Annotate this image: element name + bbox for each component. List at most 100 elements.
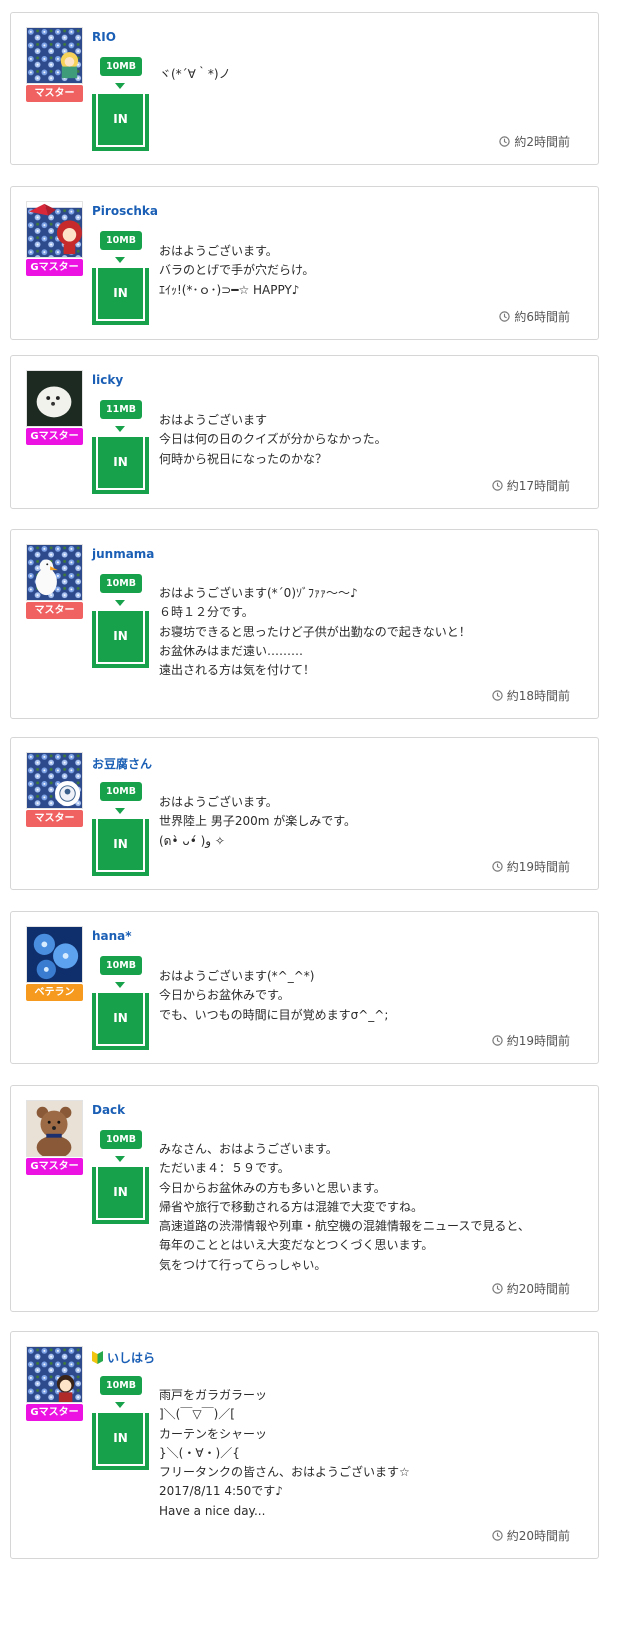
clock-icon [499, 136, 511, 147]
message-line: おはようございます。 [159, 244, 278, 258]
post-card: Gマスター Dack 10MB IN みなさん、おはようございます。 ただいま４：５９です… [10, 1085, 599, 1312]
down-arrow-icon [115, 600, 125, 606]
clock-icon [492, 690, 503, 701]
message-line: ]＼(￣▽￣)／[ [159, 1407, 235, 1422]
username-link[interactable]: Dack [92, 1103, 125, 1117]
role-badge: マスター [26, 602, 83, 619]
message-line: ヾ(*´∀｀*)ノ [159, 67, 231, 81]
clock-icon [492, 480, 503, 491]
username-text: いしはら [107, 1351, 156, 1365]
in-label: IN [96, 993, 145, 1046]
timestamp-text: 約20時間前 [506, 1282, 570, 1296]
storage-size-badge: 11MB [100, 400, 142, 419]
post-card: マスター RIO 10MB IN ヾ(*´∀｀*)ノ 約2時間前 [10, 12, 599, 165]
flower-avatar-with-emblem-icon[interactable] [26, 752, 83, 809]
storage-size-badge: 10MB [100, 1376, 142, 1395]
post-message: みなさん、おはようございます。 ただいま４：５９です。今日からお盆休みの方も多いと… [159, 1140, 579, 1275]
message-line: ただいま４：５９です。 [159, 1161, 290, 1176]
message-line: 今日からお盆休みの方も多いと思います。 [159, 1180, 386, 1195]
timestamp-text: 約17時間前 [506, 479, 570, 493]
down-arrow-icon [115, 426, 125, 432]
in-label: IN [96, 268, 145, 321]
in-tray-icon: IN [92, 268, 149, 325]
post-message: おはようございます(*^_^*) 今日からお盆休みです。 でも、いつもの時間に目が覚… [159, 967, 579, 1025]
message-line: (ด•̀ ᴗ•́ )و ✧ [159, 833, 225, 848]
post-message: おはようございます。 バラのとげで手が穴だらけ。 ｴｲｯ!(*･ｏ･)⊃━☆ HAP… [159, 242, 579, 300]
timestamp-text: 約20時間前 [506, 1529, 570, 1543]
message-line: おはようございます [159, 413, 268, 427]
role-badge: マスター [26, 85, 83, 102]
in-label: IN [96, 437, 145, 490]
timeline-feed: マスター RIO 10MB IN ヾ(*´∀｀*)ノ約2時間前 Gマスター Pirosch… [0, 0, 640, 1645]
timestamp-text: 約18時間前 [506, 689, 570, 703]
post-message: おはようございます。世界陸上 男子200m が楽しみです。 (ด•̀ ᴗ•́ )و… [159, 793, 579, 851]
post-timestamp: 約20時間前 [492, 1527, 570, 1544]
post-message: おはようございます(*´0)ｿﾞﾌｧｧ～～♪ ６時１２分です。お寝坊できると思った… [159, 584, 579, 680]
username-link[interactable]: junmama [92, 547, 154, 561]
message-line: お盆休みはまだ遠い……… [159, 643, 304, 658]
down-arrow-icon [115, 1156, 125, 1162]
post-message: おはようございます 今日は何の日のクイズが分からなかった。 何時から祝日になったのか… [159, 411, 579, 469]
message-line: ６時１２分です。 [159, 605, 254, 620]
username-text: お豆腐さん [92, 757, 153, 771]
storage-size-badge: 10MB [100, 956, 142, 975]
message-line: おはようございます(*´0)ｿﾞﾌｧｧ～～♪ [159, 586, 358, 600]
ribbon-flower-avatar-icon[interactable] [26, 201, 83, 258]
in-label: IN [96, 94, 145, 147]
post-card: Gマスター Piroschka 10MB IN おはようございます。 バラのとげで手が穴だ… [10, 186, 599, 340]
message-line: 今日からお盆休みです。 [159, 988, 290, 1003]
in-tray-icon: IN [92, 1167, 149, 1224]
username-link[interactable]: いしはら [92, 1349, 155, 1366]
message-line: おはようございます。 [159, 795, 278, 809]
post-timestamp: 約20時間前 [492, 1280, 570, 1297]
in-label: IN [96, 819, 145, 872]
in-label: IN [96, 611, 145, 664]
post-timestamp: 約19時間前 [492, 1032, 570, 1049]
blue-flower-avatar-icon[interactable] [26, 926, 83, 983]
post-timestamp: 約18時間前 [492, 687, 570, 704]
timestamp-text: 約19時間前 [506, 1034, 570, 1048]
post-message: ヾ(*´∀｀*)ノ [159, 65, 579, 84]
username-link[interactable]: Piroschka [92, 204, 158, 218]
message-line: みなさん、おはようございます。 [159, 1142, 338, 1156]
message-line: バラのとげで手が穴だらけ。 [159, 263, 315, 278]
down-arrow-icon [115, 83, 125, 89]
message-line: 世界陸上 男子200m が楽しみです。 [159, 814, 357, 829]
in-tray-icon: IN [92, 819, 149, 876]
username-text: licky [92, 373, 124, 387]
message-line: }＼(・∀・)／{ [159, 1445, 240, 1460]
message-line: 帰省や旅行で移動される方は混雑で大変ですね。 [159, 1199, 424, 1214]
white-dog-avatar-icon[interactable] [26, 370, 83, 427]
timestamp-text: 約2時間前 [514, 135, 570, 149]
username-link[interactable]: RIO [92, 30, 116, 44]
down-arrow-icon [115, 1402, 125, 1408]
post-card: Gマスター いしはら 10MB IN 雨戸をガラガラーッ]＼(￣▽￣)／[カーテンをシャ… [10, 1331, 599, 1559]
teddy-bear-avatar-icon[interactable] [26, 1100, 83, 1157]
role-badge: ベテラン [26, 984, 83, 1001]
flower-avatar-with-character-icon[interactable] [26, 27, 83, 84]
timestamp-text: 約6時間前 [514, 310, 570, 324]
username-text: Dack [92, 1103, 126, 1117]
message-line: お寝坊できると思ったけど子供が出勤なので起きないと！ [159, 624, 471, 639]
username-link[interactable]: licky [92, 373, 123, 387]
in-tray-icon: IN [92, 437, 149, 494]
username-text: RIO [92, 30, 116, 44]
post-card: ベテラン hana* 10MB IN おはようございます(*^_^*) 今日からお盆休みで… [10, 911, 599, 1064]
role-badge: Gマスター [26, 259, 83, 276]
message-line: カーテンをシャーッ [159, 1426, 268, 1441]
role-badge: Gマスター [26, 1158, 83, 1175]
message-line: 遠出される方は気を付けて！ [159, 663, 316, 678]
flower-avatar-with-boy-icon[interactable] [26, 1346, 83, 1403]
post-card: マスター junmama 10MB IN おはようございます(*´0)ｿﾞﾌｧｧ～～♪ ６… [10, 529, 599, 719]
message-line: 今日は何の日のクイズが分からなかった。 [159, 432, 387, 447]
post-timestamp: 約6時間前 [499, 308, 570, 325]
username-link[interactable]: お豆腐さん [92, 755, 152, 772]
clock-icon [492, 861, 503, 872]
post-message: 雨戸をガラガラーッ]＼(￣▽￣)／[カーテンをシャーッ}＼(・∀・)／{フリータ… [159, 1386, 579, 1521]
in-label: IN [96, 1413, 145, 1466]
swan-flower-avatar-icon[interactable] [26, 544, 83, 601]
username-link[interactable]: hana* [92, 929, 132, 943]
clock-icon [499, 311, 511, 322]
in-label: IN [96, 1167, 145, 1220]
timestamp-text: 約19時間前 [506, 860, 570, 874]
